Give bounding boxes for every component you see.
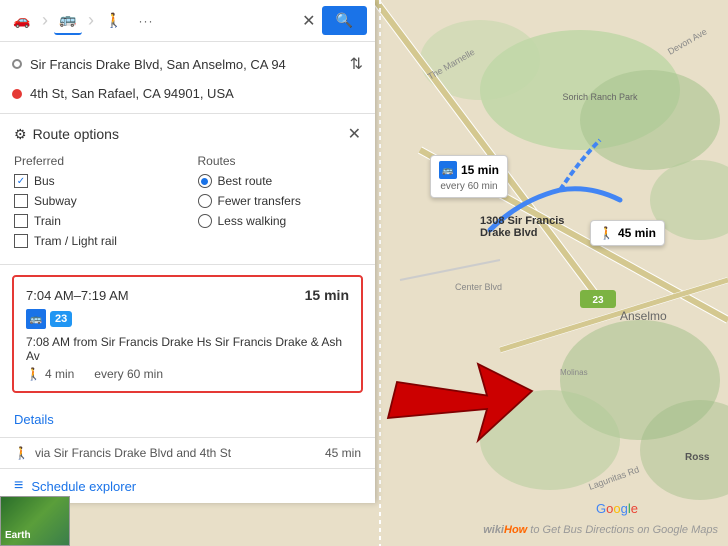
route-options-title: ⚙ Route options	[14, 126, 119, 143]
destination-address[interactable]: 4th St, San Rafael, CA 94901, USA	[30, 86, 363, 101]
preferred-col: Preferred Bus Subway Train Tram / Light …	[14, 154, 178, 254]
origin-dot	[12, 59, 22, 69]
route-detail: 7:08 AM from Sir Francis Drake Hs Sir Fr…	[26, 335, 349, 363]
routes-header: Routes	[198, 154, 362, 168]
google-logo: Google	[596, 501, 638, 516]
svg-text:Sorich Ranch Park: Sorich Ranch Park	[562, 92, 638, 102]
less-walking-radio[interactable]	[198, 214, 212, 228]
preferred-header: Preferred	[14, 154, 178, 168]
svg-text:Molinas: Molinas	[560, 368, 588, 377]
frequency-item: every 60 min	[94, 367, 163, 381]
route-options-icon: ⚙	[14, 126, 27, 143]
map-bus-time: 15 min	[461, 163, 499, 177]
subway-label: Subway	[34, 194, 77, 208]
route-card[interactable]: 7:04 AM–7:19 AM 15 min 🚌 23 7:08 AM from…	[12, 275, 363, 393]
earth-label: Earth	[5, 530, 31, 541]
walk-time-item: 🚶 4 min	[26, 367, 74, 381]
search-button[interactable]: 🔍	[322, 6, 367, 35]
bus-label: Bus	[34, 174, 55, 188]
schedule-link[interactable]: Schedule explorer	[31, 479, 136, 494]
options-grid: Preferred Bus Subway Train Tram / Light …	[14, 154, 361, 254]
arrow-annotation	[370, 346, 550, 466]
map-bus-info: 🚌 15 min every 60 min	[430, 155, 508, 198]
fewer-transfers-label: Fewer transfers	[218, 194, 301, 208]
swap-button[interactable]: ⇅	[350, 54, 363, 74]
walk-sub-icon: 🚶	[26, 367, 41, 381]
route-options-header: ⚙ Route options ✕	[14, 124, 361, 144]
transport-icon-transit[interactable]: 🚌	[54, 7, 82, 35]
separator2: ›	[88, 10, 94, 31]
svg-text:Center Blvd: Center Blvd	[455, 282, 502, 292]
less-walking-label: Less walking	[218, 214, 287, 228]
search-icon: 🔍	[336, 12, 353, 29]
subway-checkbox[interactable]	[14, 194, 28, 208]
map-walk-info: 🚶 45 min	[590, 220, 665, 246]
walking-duration: 45 min	[325, 446, 361, 460]
close-button[interactable]: ✕	[302, 11, 315, 31]
train-checkbox[interactable]	[14, 214, 28, 228]
search-bar: 🚗 › 🚌 › 🚶 ··· ✕ 🔍	[0, 0, 375, 42]
option-subway[interactable]: Subway	[14, 194, 178, 208]
transport-icon-walk[interactable]: 🚶	[100, 7, 128, 35]
best-route-radio[interactable]	[198, 174, 212, 188]
routes-col: Routes Best route Fewer transfers Less w…	[198, 154, 362, 254]
details-section: Details	[0, 403, 375, 438]
option-tram[interactable]: Tram / Light rail	[14, 234, 178, 248]
route-bus-icon: 🚌	[26, 309, 46, 329]
route-time-range: 7:04 AM–7:19 AM	[26, 288, 129, 303]
svg-text:23: 23	[592, 295, 604, 306]
destination-dot	[12, 89, 22, 99]
best-route-label: Best route	[218, 174, 273, 188]
wikihow-watermark: wikiHow to Get Bus Directions on Google …	[483, 524, 718, 536]
route-duration: 15 min	[305, 287, 349, 303]
map-walk-time: 45 min	[618, 226, 656, 240]
tram-label: Tram / Light rail	[34, 234, 117, 248]
option-less-walking[interactable]: Less walking	[198, 214, 362, 228]
walking-route-left: 🚶 via Sir Francis Drake Blvd and 4th St	[14, 446, 231, 460]
route-icons-row: 🚌 23	[26, 309, 349, 329]
fewer-transfers-radio[interactable]	[198, 194, 212, 208]
transport-icon-more[interactable]: ···	[132, 7, 160, 35]
map-bus-icon: 🚌	[439, 161, 457, 179]
map-bus-frequency: every 60 min	[440, 181, 497, 192]
address-fields: Sir Francis Drake Blvd, San Anselmo, CA …	[0, 42, 375, 114]
origin-row: Sir Francis Drake Blvd, San Anselmo, CA …	[12, 50, 363, 78]
origin-address[interactable]: Sir Francis Drake Blvd, San Anselmo, CA …	[30, 57, 342, 72]
left-panel: 🚗 › 🚌 › 🚶 ··· ✕ 🔍 Sir Francis Drake Blvd…	[0, 0, 375, 503]
tram-checkbox[interactable]	[14, 234, 28, 248]
transport-mode-icons: 🚗 › 🚌 › 🚶 ···	[8, 7, 160, 35]
transport-icon-car[interactable]: 🚗	[8, 7, 36, 35]
svg-text:Ross: Ross	[685, 452, 710, 463]
option-fewer-transfers[interactable]: Fewer transfers	[198, 194, 362, 208]
svg-text:Anselmo: Anselmo	[620, 309, 667, 323]
earth-thumbnail[interactable]: Earth	[0, 496, 70, 546]
route-options-panel: ⚙ Route options ✕ Preferred Bus Subway T…	[0, 114, 375, 265]
route-options-close[interactable]: ✕	[348, 124, 361, 144]
destination-row: 4th St, San Rafael, CA 94901, USA	[12, 82, 363, 105]
route-card-header: 7:04 AM–7:19 AM 15 min	[26, 287, 349, 303]
train-label: Train	[34, 214, 61, 228]
details-link[interactable]: Details	[14, 412, 54, 427]
walking-route-text: via Sir Francis Drake Blvd and 4th St	[35, 446, 231, 460]
route-number: 23	[50, 311, 72, 327]
option-best-route[interactable]: Best route	[198, 174, 362, 188]
walk-icon: 🚶	[599, 226, 614, 240]
route-sub-details: 🚶 4 min every 60 min	[26, 367, 349, 381]
map-street-label: 1308 Sir Francis Drake Blvd	[480, 215, 564, 239]
walk-time: 4 min	[45, 367, 74, 381]
walking-route[interactable]: 🚶 via Sir Francis Drake Blvd and 4th St …	[0, 438, 375, 469]
option-bus[interactable]: Bus	[14, 174, 178, 188]
walking-route-icon: 🚶	[14, 446, 29, 460]
separator: ›	[42, 10, 48, 31]
bus-checkbox[interactable]	[14, 174, 28, 188]
frequency-text: every 60 min	[94, 367, 163, 381]
schedule-icon: ≡	[14, 477, 23, 495]
option-train[interactable]: Train	[14, 214, 178, 228]
